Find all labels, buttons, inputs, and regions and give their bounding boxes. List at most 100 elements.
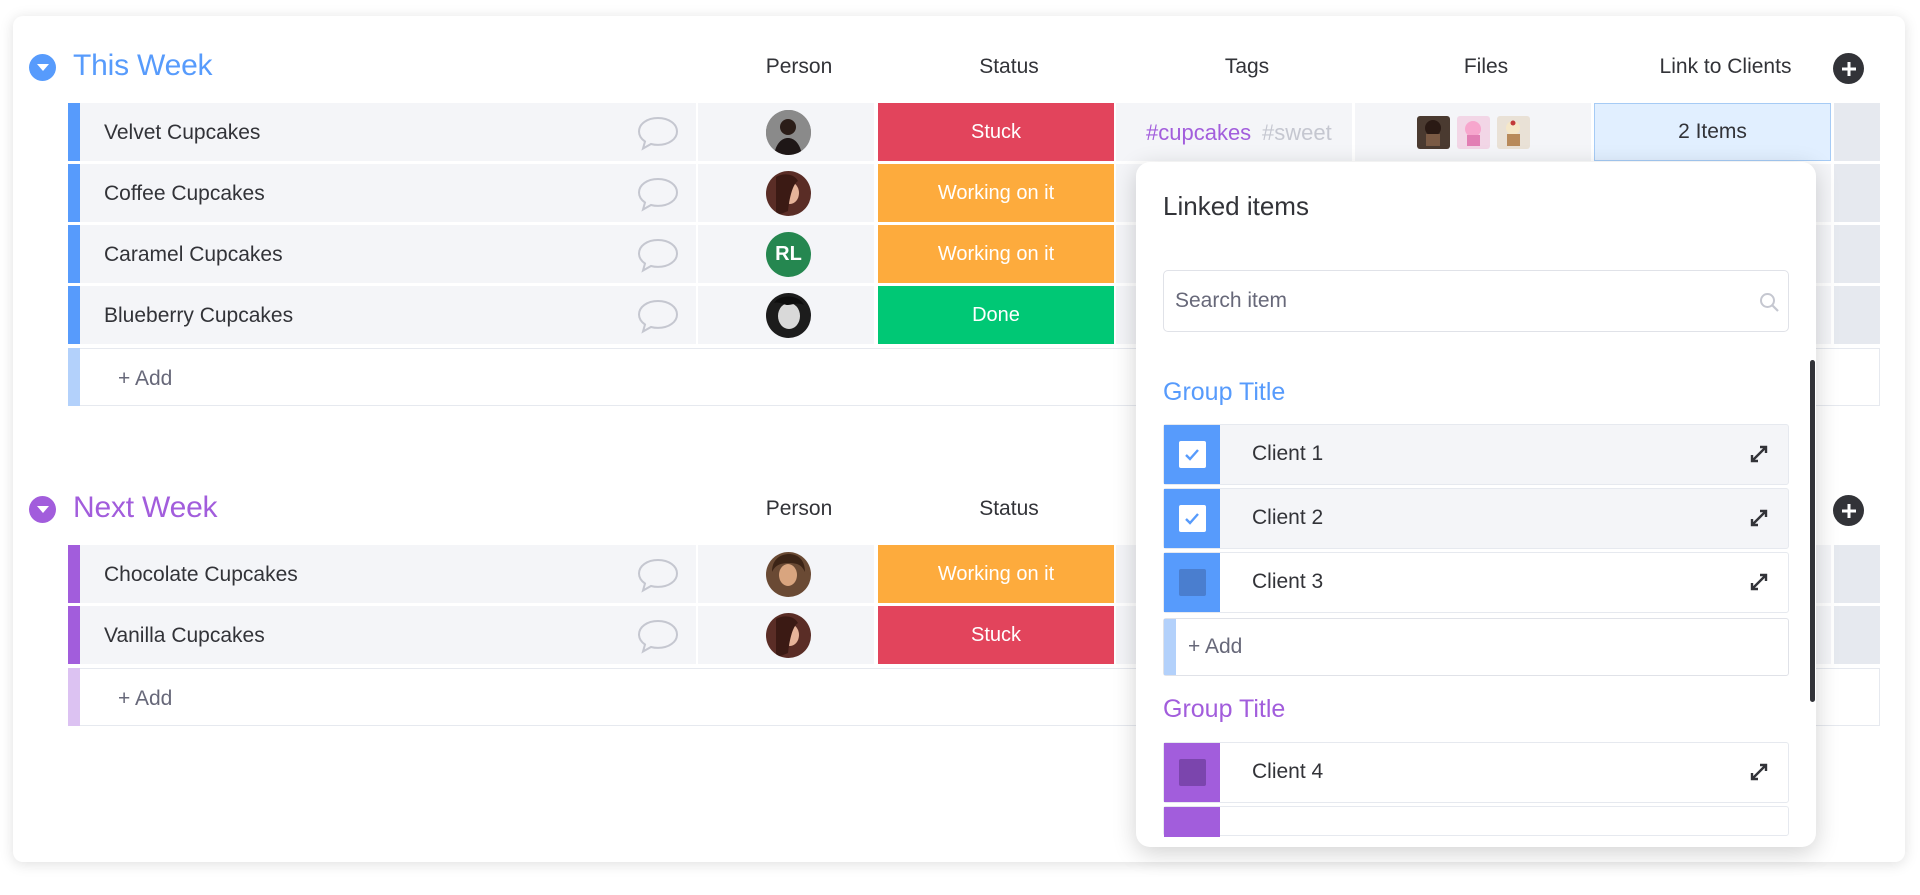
row-end-cell bbox=[1834, 103, 1880, 161]
cupcake-photo-3-icon[interactable] bbox=[1497, 116, 1530, 149]
row-end-cell bbox=[1834, 286, 1880, 344]
group-color-bar bbox=[68, 286, 80, 344]
column-header-tags[interactable]: Tags bbox=[1129, 55, 1365, 79]
group-header-this-week: This Week Person Status Tags Files Link … bbox=[13, 49, 1905, 94]
comment-bubble-icon[interactable] bbox=[636, 557, 680, 593]
status-label[interactable]: Stuck bbox=[878, 103, 1114, 161]
expand-arrows-icon[interactable] bbox=[1748, 507, 1770, 529]
person-cell[interactable] bbox=[698, 164, 874, 222]
search-box[interactable] bbox=[1163, 270, 1789, 332]
item-name[interactable]: Velvet Cupcakes bbox=[104, 121, 260, 145]
person-cell[interactable] bbox=[698, 606, 874, 664]
person-cell[interactable]: RL bbox=[698, 225, 874, 283]
checkbox-checked[interactable] bbox=[1178, 505, 1206, 532]
status-label[interactable]: Stuck bbox=[878, 606, 1114, 664]
client-name[interactable]: Client 3 bbox=[1252, 570, 1323, 594]
chevron-down-icon bbox=[36, 63, 49, 71]
item-name[interactable]: Chocolate Cupcakes bbox=[104, 563, 298, 587]
row-end-cell bbox=[1834, 606, 1880, 664]
tag[interactable]: #sweet bbox=[1262, 120, 1332, 146]
item-name[interactable]: Vanilla Cupcakes bbox=[104, 624, 265, 648]
status-label[interactable]: Working on it bbox=[878, 164, 1114, 222]
item-name-cell[interactable]: Blueberry Cupcakes bbox=[80, 286, 696, 344]
checkbox-unchecked[interactable] bbox=[1178, 759, 1206, 786]
column-header-status[interactable]: Status bbox=[891, 497, 1127, 521]
add-item-label[interactable]: + Add bbox=[118, 687, 172, 711]
avatar[interactable] bbox=[766, 293, 811, 338]
client-color-square bbox=[1164, 425, 1220, 484]
item-name-cell[interactable]: Velvet Cupcakes bbox=[80, 103, 696, 161]
person-cell[interactable] bbox=[698, 103, 874, 161]
link-cell[interactable]: 2 Items bbox=[1594, 103, 1831, 161]
cupcake-photo-1-icon[interactable] bbox=[1417, 116, 1450, 149]
avatar[interactable] bbox=[766, 110, 811, 155]
collapse-group-button[interactable] bbox=[29, 54, 56, 81]
add-client-row[interactable]: + Add bbox=[1163, 618, 1789, 676]
tags-cell[interactable]: #cupcakes #sweet bbox=[1116, 103, 1352, 161]
comment-bubble-icon[interactable] bbox=[636, 237, 680, 273]
checkbox-checked[interactable] bbox=[1178, 441, 1206, 468]
group-color-bar bbox=[68, 348, 80, 406]
column-header-person[interactable]: Person bbox=[711, 55, 887, 79]
collapse-group-button[interactable] bbox=[29, 496, 56, 523]
group-color-bar bbox=[68, 606, 80, 664]
column-header-link-to-clients[interactable]: Link to Clients bbox=[1607, 55, 1844, 79]
add-client-label[interactable]: + Add bbox=[1188, 635, 1242, 659]
client-name[interactable]: Client 4 bbox=[1252, 760, 1323, 784]
add-column-button[interactable] bbox=[1833, 495, 1864, 526]
group-color-bar bbox=[1164, 619, 1176, 675]
item-name[interactable]: Caramel Cupcakes bbox=[104, 243, 283, 267]
person-cell[interactable] bbox=[698, 286, 874, 344]
group-color-bar bbox=[68, 225, 80, 283]
linked-items-count[interactable]: 2 Items bbox=[1594, 103, 1831, 161]
plus-icon bbox=[1841, 61, 1856, 76]
avatar[interactable] bbox=[766, 552, 811, 597]
status-label[interactable]: Working on it bbox=[878, 545, 1114, 603]
group-title[interactable]: This Week bbox=[73, 49, 213, 83]
files-cell[interactable] bbox=[1355, 103, 1591, 161]
add-column-button[interactable] bbox=[1833, 53, 1864, 84]
avatar[interactable] bbox=[766, 171, 811, 216]
item-name-cell[interactable]: Coffee Cupcakes bbox=[80, 164, 696, 222]
add-item-label[interactable]: + Add bbox=[118, 367, 172, 391]
comment-bubble-icon[interactable] bbox=[636, 618, 680, 654]
item-name-cell[interactable]: Vanilla Cupcakes bbox=[80, 606, 696, 664]
avatar-initials: RL bbox=[775, 243, 802, 265]
comment-bubble-icon[interactable] bbox=[636, 176, 680, 212]
linked-client-row[interactable]: Client 3 bbox=[1163, 552, 1789, 613]
expand-arrows-icon[interactable] bbox=[1748, 443, 1770, 465]
comment-bubble-icon[interactable] bbox=[636, 298, 680, 334]
item-name-cell[interactable]: Caramel Cupcakes bbox=[80, 225, 696, 283]
person-cell[interactable] bbox=[698, 545, 874, 603]
person-photo-icon bbox=[766, 552, 811, 597]
scrollbar[interactable] bbox=[1810, 360, 1815, 702]
item-name[interactable]: Blueberry Cupcakes bbox=[104, 304, 293, 328]
item-name-cell[interactable]: Chocolate Cupcakes bbox=[80, 545, 696, 603]
client-name[interactable]: Client 2 bbox=[1252, 506, 1323, 530]
avatar[interactable]: RL bbox=[766, 232, 811, 277]
status-label[interactable]: Working on it bbox=[878, 225, 1114, 283]
status-label[interactable]: Done bbox=[878, 286, 1114, 344]
search-input[interactable] bbox=[1175, 271, 1735, 331]
group-title[interactable]: Next Week bbox=[73, 491, 218, 525]
linked-client-row[interactable]: Client 2 bbox=[1163, 488, 1789, 549]
group-color-bar bbox=[68, 103, 80, 161]
client-color-square bbox=[1164, 807, 1220, 837]
table-row[interactable]: Velvet Cupcakes Stuck #cupcakes #sweet 2… bbox=[68, 103, 1880, 161]
item-name[interactable]: Coffee Cupcakes bbox=[104, 182, 265, 206]
linked-client-row[interactable] bbox=[1163, 806, 1789, 837]
client-name[interactable]: Client 1 bbox=[1252, 442, 1323, 466]
column-header-files[interactable]: Files bbox=[1368, 55, 1604, 79]
row-end-cell bbox=[1834, 164, 1880, 222]
linked-client-row[interactable]: Client 4 bbox=[1163, 742, 1789, 803]
column-header-status[interactable]: Status bbox=[891, 55, 1127, 79]
comment-bubble-icon[interactable] bbox=[636, 115, 680, 151]
avatar[interactable] bbox=[766, 613, 811, 658]
linked-client-row[interactable]: Client 1 bbox=[1163, 424, 1789, 485]
expand-arrows-icon[interactable] bbox=[1748, 571, 1770, 593]
cupcake-photo-2-icon[interactable] bbox=[1457, 116, 1490, 149]
tag[interactable]: #cupcakes bbox=[1146, 120, 1251, 146]
expand-arrows-icon[interactable] bbox=[1748, 761, 1770, 783]
column-header-person[interactable]: Person bbox=[711, 497, 887, 521]
checkbox-unchecked[interactable] bbox=[1178, 569, 1206, 596]
